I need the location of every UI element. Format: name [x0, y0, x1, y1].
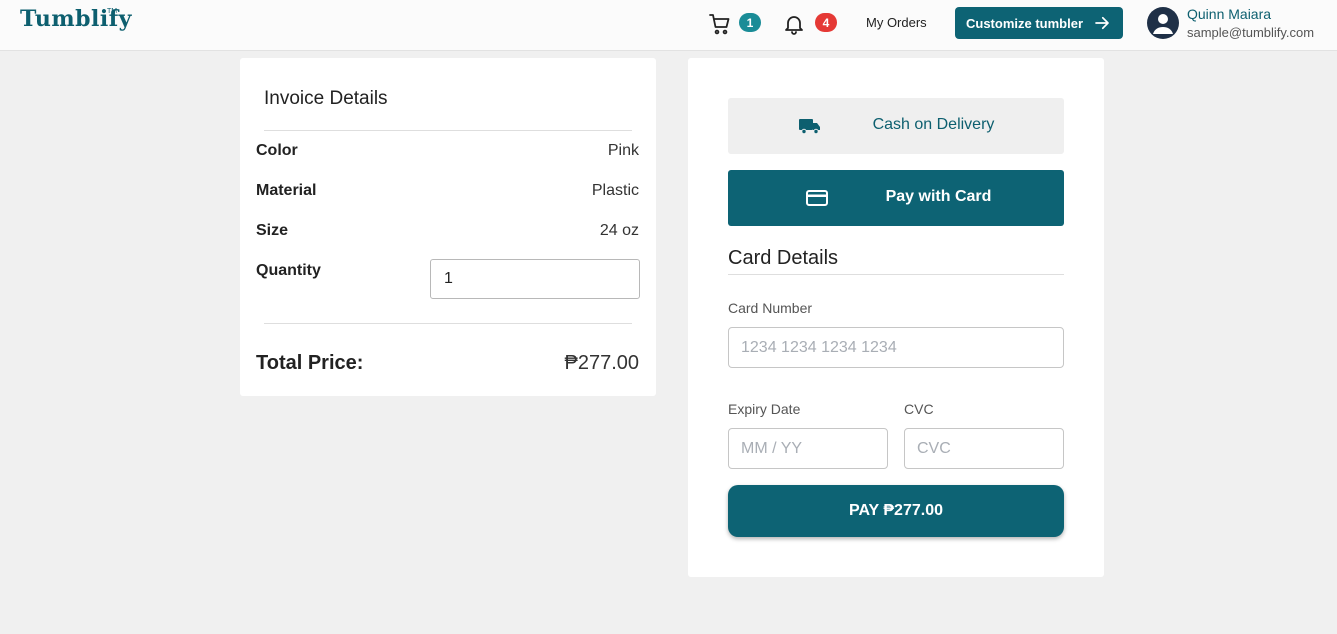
cart-icon[interactable]	[706, 10, 734, 38]
customize-tumbler-label: Customize tumbler	[966, 15, 1084, 31]
size-label: Size	[256, 222, 289, 239]
user-name[interactable]: Quinn Maiara	[1187, 6, 1271, 22]
pay-button[interactable]: PAY ₱277.00	[728, 485, 1064, 537]
cvc-input[interactable]	[904, 428, 1064, 469]
cvc-label: CVC	[904, 401, 934, 417]
invoice-title: Invoice Details	[264, 88, 388, 109]
divider	[264, 130, 632, 131]
user-avatar-icon[interactable]	[1147, 7, 1179, 39]
pay-with-card-option[interactable]: Pay with Card	[728, 170, 1064, 226]
quantity-label: Quantity	[256, 262, 321, 279]
total-price-label: Total Price:	[256, 352, 364, 374]
material-label: Material	[256, 182, 317, 199]
my-orders-link[interactable]: My Orders	[866, 15, 927, 30]
expiry-date-label: Expiry Date	[728, 401, 801, 417]
bell-icon[interactable]	[780, 10, 808, 38]
cart-count-badge: 1	[739, 13, 761, 32]
material-value: Plastic	[591, 182, 639, 199]
payment-card: Cash on Delivery Pay with Card Card Deta…	[688, 58, 1104, 577]
top-nav-bar: Tumblify TM 1 4 My Orders Customize tumb…	[0, 0, 1337, 51]
divider	[728, 274, 1064, 275]
divider	[264, 323, 632, 324]
user-email: sample@tumblify.com	[1187, 25, 1315, 40]
logo-trademark: TM	[107, 8, 118, 15]
card-number-input[interactable]	[728, 327, 1064, 368]
pay-with-card-label: Pay with Card	[885, 188, 992, 205]
expiry-date-input[interactable]	[728, 428, 888, 469]
quantity-input[interactable]	[430, 259, 640, 299]
cash-on-delivery-option[interactable]: Cash on Delivery	[728, 98, 1064, 154]
color-label: Color	[256, 142, 298, 159]
card-details-title: Card Details	[728, 247, 839, 269]
customize-tumbler-button[interactable]: Customize tumbler	[955, 7, 1123, 39]
notification-count-badge: 4	[815, 13, 837, 32]
arrow-right-icon	[1095, 16, 1109, 30]
color-value: Pink	[607, 142, 639, 159]
size-value: 24 oz	[599, 222, 639, 239]
invoice-details-card: Invoice Details Color Pink Material Plas…	[240, 58, 656, 396]
total-price-value: ₱277.00	[564, 352, 639, 374]
card-number-label: Card Number	[728, 300, 813, 316]
cash-on-delivery-label: Cash on Delivery	[872, 116, 995, 133]
